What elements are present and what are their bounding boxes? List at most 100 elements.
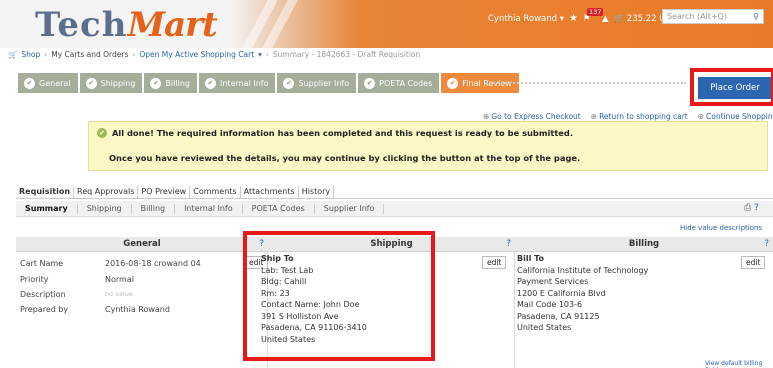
check-icon: ✔ <box>283 77 295 89</box>
hide-descriptions-link[interactable]: Hide value descriptions <box>680 224 762 232</box>
check-icon: ✔ <box>364 77 376 89</box>
field-label: Description <box>20 290 66 299</box>
edit-billing-button[interactable]: edit <box>741 256 766 269</box>
view-billing-fields-link[interactable]: View default billing fields <box>705 360 773 368</box>
check-icon: ✔ <box>204 77 216 89</box>
star-icon[interactable]: ★ <box>569 13 578 24</box>
address-line: 1200 E California Blvd <box>517 288 606 298</box>
link-label: Go to Express Checkout <box>491 112 581 121</box>
arrow-circle-icon: ⊕ <box>697 112 705 121</box>
subtab-internal-info[interactable]: Internal Info <box>175 203 243 214</box>
field-label: Priority <box>20 275 49 284</box>
field-label: Cart Name <box>20 259 64 268</box>
step-internal-info[interactable]: ✔ Internal Info <box>198 73 276 93</box>
tab-requisition[interactable]: Requisition <box>16 186 75 198</box>
requisition-tabs: Requisition Req Approvals PO Preview Com… <box>16 186 773 199</box>
panel-title: General <box>123 239 161 249</box>
general-panel-header: General ? <box>16 237 268 252</box>
step-billing[interactable]: ✔ Billing <box>144 73 197 93</box>
check-circle-icon: ✔ <box>97 128 107 138</box>
breadcrumb-shop[interactable]: Shop <box>21 50 40 59</box>
search-input[interactable]: Search (Alt+Q) ⚲ <box>662 9 764 24</box>
help-icon[interactable]: ? <box>764 237 769 252</box>
breadcrumb-active-cart[interactable]: Open My Active Shopping Cart <box>139 50 254 59</box>
step-label: Internal Info <box>219 78 269 88</box>
subtab-billing[interactable]: Billing <box>132 203 176 214</box>
summary-subtabs: Summary Shipping Billing Internal Info P… <box>16 201 773 217</box>
user-name: Cynthia Rowand <box>488 13 558 24</box>
breadcrumb-separator: › <box>44 50 48 59</box>
progress-dots <box>486 82 686 84</box>
billing-panel-header: Billing ? <box>515 237 773 252</box>
checkout-links: ⊕ Go to Express Checkout ⊕ Return to shopp… <box>483 112 773 121</box>
bill-to-address: Bill To California Institute of Technolo… <box>517 253 648 334</box>
address-line: Mail Code 103-6 <box>517 300 583 309</box>
notification-badge: 137 <box>586 7 604 16</box>
return-to-cart-link[interactable]: ⊕ Return to shopping cart <box>591 112 688 121</box>
user-menu[interactable]: Cynthia Rowand ▾ <box>488 14 564 24</box>
techmart-logo[interactable]: TechMart <box>35 5 218 45</box>
progress-steps: ✔ General ✔ Shipping ✔ Billing ✔ Internal In… <box>18 73 521 93</box>
cart-name-value: 2016-08-18 crowand 04 <box>105 259 201 268</box>
step-shipping[interactable]: ✔ Shipping <box>79 73 143 93</box>
logo-tech: Tech <box>35 5 128 45</box>
panel-title: Billing <box>628 239 660 249</box>
help-icon[interactable]: ? <box>506 237 511 252</box>
link-label: Return to shopping cart <box>599 112 688 121</box>
subtab-supplier-info[interactable]: Supplier Info <box>315 203 385 214</box>
tab-req-approvals[interactable]: Req Approvals <box>74 186 139 198</box>
app-header: TechMart Cynthia Rowand ▾ ★ ⚑ 137 ▲ 🛒 235… <box>0 0 773 48</box>
arrow-circle-icon: ⊕ <box>483 112 490 121</box>
tab-attachments[interactable]: Attachments <box>241 186 299 198</box>
chevron-down-icon[interactable]: ▾ <box>258 50 262 59</box>
check-icon: ✔ <box>150 77 162 89</box>
notice-line-1: ✔ All done! The required information has… <box>97 128 573 138</box>
bill-to-label: Bill To <box>517 254 544 263</box>
step-label: Supplier Info <box>298 78 350 88</box>
step-label: General <box>39 78 71 88</box>
step-label: POETA Codes <box>379 78 433 88</box>
print-icon[interactable]: ⎙ ? <box>744 203 759 213</box>
priority-value: Normal <box>105 275 134 284</box>
breadcrumb-carts-orders[interactable]: My Carts and Orders <box>51 50 128 59</box>
highlight-box <box>243 231 435 361</box>
breadcrumb-summary: Summary - 1842663 - Draft Requisition <box>272 50 421 59</box>
field-label: Prepared by <box>20 305 69 314</box>
continue-shopping-link[interactable]: ⊕ Continue Shopping <box>698 112 773 121</box>
subtab-poeta-codes[interactable]: POETA Codes <box>243 203 315 214</box>
express-checkout-link[interactable]: ⊕ Go to Express Checkout <box>483 112 581 121</box>
check-icon: ✔ <box>447 77 459 89</box>
user-area: Cynthia Rowand ▾ ★ ⚑ 137 ▲ 🛒 235.22 USD <box>488 7 677 24</box>
prepared-by-value: Cynthia Rowand <box>105 305 170 314</box>
step-supplier-info[interactable]: ✔ Supplier Info <box>277 73 357 93</box>
subtab-shipping[interactable]: Shipping <box>78 203 132 214</box>
step-poeta-codes[interactable]: ✔ POETA Codes <box>358 73 440 93</box>
completion-notice: ✔ All done! The required information has… <box>88 121 768 171</box>
cart-icon: 🛒 <box>613 13 625 24</box>
check-icon: ✔ <box>24 77 35 89</box>
billing-panel: edit Bill To California Institute of Tec… <box>515 252 773 368</box>
alert-icon[interactable]: ▲ <box>602 14 609 24</box>
search-placeholder: Search (Alt+Q) <box>667 12 728 21</box>
notice-line-2: Once you have reviewed the details, you … <box>109 153 581 163</box>
edit-shipping-button[interactable]: edit <box>482 256 507 269</box>
highlight-box <box>690 68 773 106</box>
description-value: no value <box>105 290 133 298</box>
address-line: Pasadena, CA 91125 <box>517 311 600 321</box>
subtab-summary[interactable]: Summary <box>16 203 78 214</box>
tab-po-preview[interactable]: PO Preview <box>138 186 191 198</box>
step-label: Shipping <box>100 78 136 88</box>
address-line: California Institute of Technology <box>517 265 649 275</box>
notice-text-1: All done! The required information has b… <box>112 128 574 138</box>
check-icon: ✔ <box>85 77 97 89</box>
general-panel: edit Cart Name 2016-08-18 crowand 04 Pri… <box>16 252 269 368</box>
tab-history[interactable]: History <box>299 186 335 198</box>
search-icon[interactable]: ⚲ <box>753 12 759 21</box>
breadcrumb: 🛒 Shop › My Carts and Orders › Open My A… <box>8 50 420 59</box>
flag-icon[interactable]: ⚑ 137 <box>583 7 604 24</box>
address-line: Payment Services <box>517 277 589 286</box>
step-general[interactable]: ✔ General <box>18 73 78 93</box>
tab-comments[interactable]: Comments <box>190 186 241 198</box>
step-label: Billing <box>165 78 190 88</box>
logo-mart: Mart <box>127 5 217 45</box>
